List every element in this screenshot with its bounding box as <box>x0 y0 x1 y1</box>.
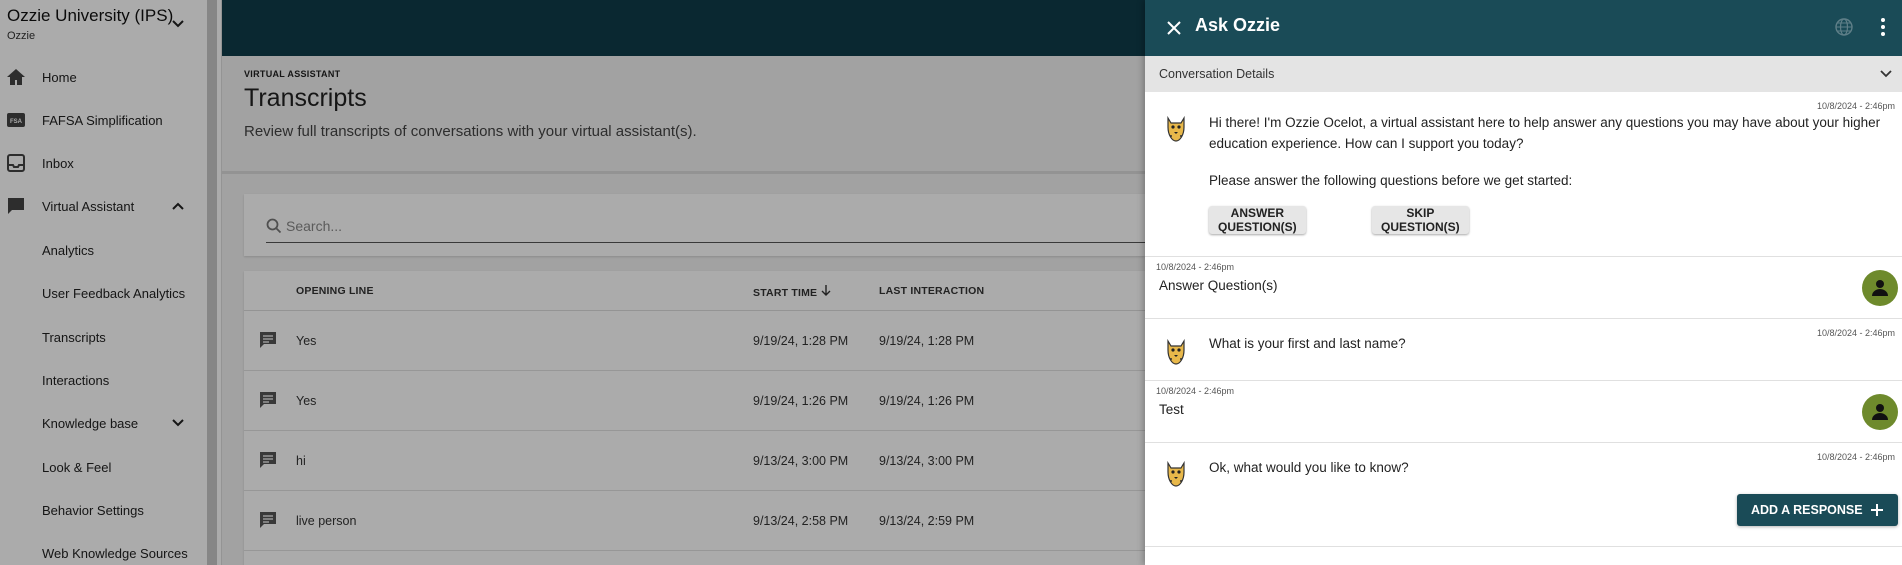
chat-panel: Ask Ozzie Conversation Details 10/8/2024… <box>1145 0 1902 565</box>
ocelot-avatar-icon <box>1167 115 1185 142</box>
user-avatar <box>1862 270 1898 306</box>
message-timestamp: 10/8/2024 - 2:46pm <box>1156 386 1235 396</box>
ocelot-avatar-icon <box>1167 460 1185 487</box>
chevron-down-icon <box>1880 70 1892 78</box>
message-text: What is your first and last name? <box>1209 336 1406 351</box>
chat-panel-header: Ask Ozzie <box>1145 0 1902 56</box>
message-timestamp: 10/8/2024 - 2:46pm <box>1816 328 1895 338</box>
add-response-button[interactable]: ADD A RESPONSE <box>1737 494 1898 526</box>
skip-questions-button[interactable]: SKIP QUESTION(S) <box>1372 206 1469 234</box>
answer-questions-button[interactable]: ANSWER QUESTION(S) <box>1209 206 1306 234</box>
conversation-details-label: Conversation Details <box>1159 67 1275 81</box>
message-text: Hi there! I'm Ozzie Ocelot, a virtual as… <box>1209 115 1881 151</box>
modal-backdrop[interactable] <box>0 0 1145 565</box>
message-timestamp: 10/8/2024 - 2:46pm <box>1816 452 1895 462</box>
message-text: Answer Question(s) <box>1159 278 1278 293</box>
user-message: 10/8/2024 - 2:46pm Test <box>1145 381 1902 443</box>
message-timestamp: 10/8/2024 - 2:46pm <box>1156 262 1235 272</box>
globe-icon[interactable] <box>1834 17 1854 37</box>
add-response-label: ADD A RESPONSE <box>1751 503 1863 517</box>
person-icon <box>1872 280 1888 296</box>
message-timestamp: 10/8/2024 - 2:46pm <box>1816 101 1895 111</box>
bot-message: 10/8/2024 - 2:46pm What is your first an… <box>1145 319 1902 381</box>
more-vert-icon[interactable] <box>1879 17 1887 37</box>
plus-icon <box>1871 504 1883 516</box>
message-text: Test <box>1159 402 1184 417</box>
person-icon <box>1872 404 1888 420</box>
user-avatar <box>1862 394 1898 430</box>
bot-message: 10/8/2024 - 2:46pm Hi there! I'm Ozzie O… <box>1145 92 1902 257</box>
chat-panel-title: Ask Ozzie <box>1195 15 1281 35</box>
close-icon[interactable] <box>1165 19 1183 37</box>
message-text: Ok, what would you like to know? <box>1209 460 1409 475</box>
message-text: Please answer the following questions be… <box>1209 173 1573 188</box>
user-message: 10/8/2024 - 2:46pm Answer Question(s) <box>1145 257 1902 319</box>
ocelot-avatar-icon <box>1167 338 1185 365</box>
conversation-details-toggle[interactable]: Conversation Details <box>1145 56 1902 92</box>
